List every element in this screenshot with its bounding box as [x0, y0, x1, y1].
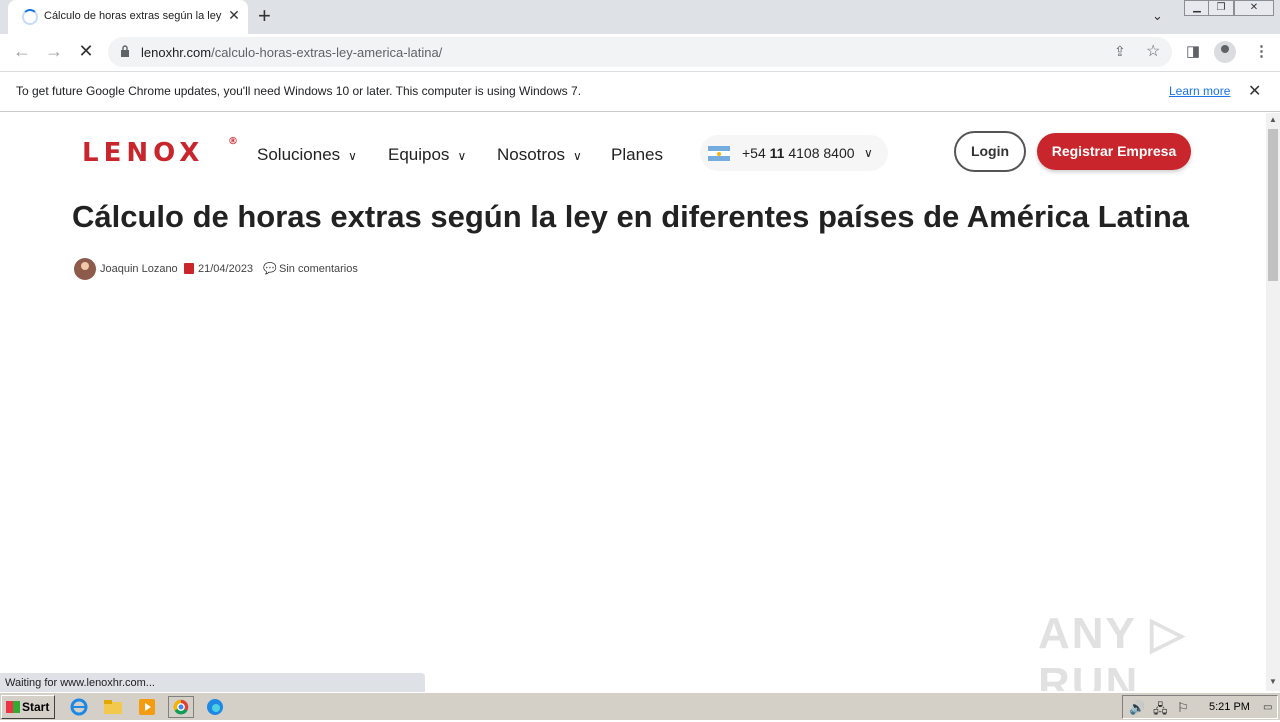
taskbar-clock[interactable]: 5:21 PM [1209, 701, 1250, 713]
side-panel-icon[interactable]: ◨ [1186, 42, 1200, 60]
status-bubble: Waiting for www.lenoxhr.com... [0, 673, 425, 692]
loading-spinner-icon [22, 9, 38, 25]
address-bar[interactable]: lenoxhr.com/calculo-horas-extras-ley-ame… [108, 37, 1172, 67]
show-desktop-icon[interactable]: ▭ [1263, 702, 1272, 713]
publish-date: 21/04/2023 [198, 263, 254, 275]
infobar-close-icon[interactable]: ✕ [1248, 81, 1261, 101]
author-avatar [74, 258, 96, 280]
file-explorer-icon[interactable] [102, 697, 124, 717]
nav-nosotros[interactable]: Nosotros ∨ [497, 145, 582, 165]
start-button[interactable]: Start [1, 695, 55, 719]
update-infobar: To get future Google Chrome updates, you… [0, 72, 1280, 112]
action-center-flag-icon[interactable]: ⚐ [1177, 700, 1189, 716]
chevron-down-icon: ∨ [457, 149, 467, 163]
profile-avatar-icon[interactable] [1214, 41, 1236, 63]
comments-count[interactable]: Sin comentarios [279, 263, 358, 275]
infobar-message: To get future Google Chrome updates, you… [16, 84, 582, 98]
active-tab[interactable]: Cálculo de horas extras según la ley ✕ [8, 0, 248, 34]
chevron-down-icon: ∨ [573, 149, 582, 163]
article-title: Cálculo de horas extras según la ley en … [72, 199, 1190, 234]
media-player-icon[interactable] [136, 697, 158, 717]
internet-explorer-icon[interactable] [68, 697, 90, 717]
nav-equipos[interactable]: Equipos ∨ [388, 145, 466, 165]
tab-close-button[interactable]: ✕ [226, 7, 242, 24]
tab-title: Cálculo de horas extras según la ley [44, 10, 222, 22]
calendar-icon [184, 263, 194, 274]
register-company-button[interactable]: Registrar Empresa [1037, 133, 1191, 170]
tab-strip: Cálculo de horas extras según la ley ✕ +… [0, 0, 1280, 34]
argentina-flag-icon [708, 146, 730, 161]
network-icon[interactable]: 🖧 [1153, 700, 1168, 722]
bookmark-star-icon[interactable]: ☆ [1146, 41, 1160, 61]
web-page: LENOX ® Soluciones ∨ Equipos ∨ Nosotros ∨ Pl… [0, 113, 1266, 691]
nav-planes[interactable]: Planes [611, 145, 663, 165]
anyrun-watermark: ANY ▷ RUN [1038, 609, 1187, 691]
chevron-down-icon: ∨ [864, 146, 873, 160]
chevron-down-icon: ∨ [348, 149, 357, 163]
restore-button[interactable]: ❐ [1208, 0, 1234, 16]
learn-more-link[interactable]: Learn more [1169, 84, 1230, 98]
comment-icon: 💬 [263, 263, 277, 275]
forward-arrow-icon[interactable]: → [42, 41, 66, 62]
lenox-logo[interactable]: LENOX ® [82, 136, 238, 168]
windows-logo-icon [6, 701, 20, 713]
scroll-down-icon[interactable]: ▼ [1269, 677, 1277, 686]
phone-selector[interactable]: +54 11 4108 8400 ∨ [700, 135, 888, 171]
minimize-button[interactable]: ▁ [1184, 0, 1210, 16]
lock-icon [121, 45, 129, 57]
system-tray: 🔊 🖧 ⚐ 5:21 PM ▭ [1122, 695, 1278, 719]
share-icon[interactable]: ⇪ [1114, 43, 1126, 60]
edge-icon[interactable] [204, 697, 226, 717]
phone-number: +54 11 4108 8400 [742, 145, 855, 161]
menu-kebab-icon[interactable]: ⋮ [1254, 42, 1269, 60]
new-tab-button[interactable]: + [258, 3, 271, 29]
browser-toolbar: ← → ✕ lenoxhr.com/calculo-horas-extras-l… [0, 34, 1280, 72]
nav-soluciones[interactable]: Soluciones ∨ [257, 145, 357, 165]
scroll-up-icon[interactable]: ▲ [1269, 115, 1277, 124]
login-button[interactable]: Login [954, 131, 1026, 172]
windows-taskbar: Start 🔊 🖧 ⚐ 5:21 PM ▭ [0, 692, 1280, 720]
stop-loading-icon[interactable]: ✕ [74, 41, 98, 62]
tab-search-chevron-icon[interactable]: ⌄ [1152, 8, 1163, 24]
volume-icon[interactable]: 🔊 [1129, 700, 1145, 716]
url-text: lenoxhr.com/calculo-horas-extras-ley-ame… [141, 45, 443, 60]
author-name[interactable]: Joaquin Lozano [100, 263, 178, 275]
page-scrollbar[interactable]: ▲ ▼ [1266, 113, 1280, 691]
back-arrow-icon[interactable]: ← [10, 41, 34, 62]
window-close-button[interactable]: ✕ [1234, 0, 1274, 16]
scrollbar-thumb[interactable] [1268, 129, 1278, 281]
chrome-icon[interactable] [168, 696, 194, 718]
